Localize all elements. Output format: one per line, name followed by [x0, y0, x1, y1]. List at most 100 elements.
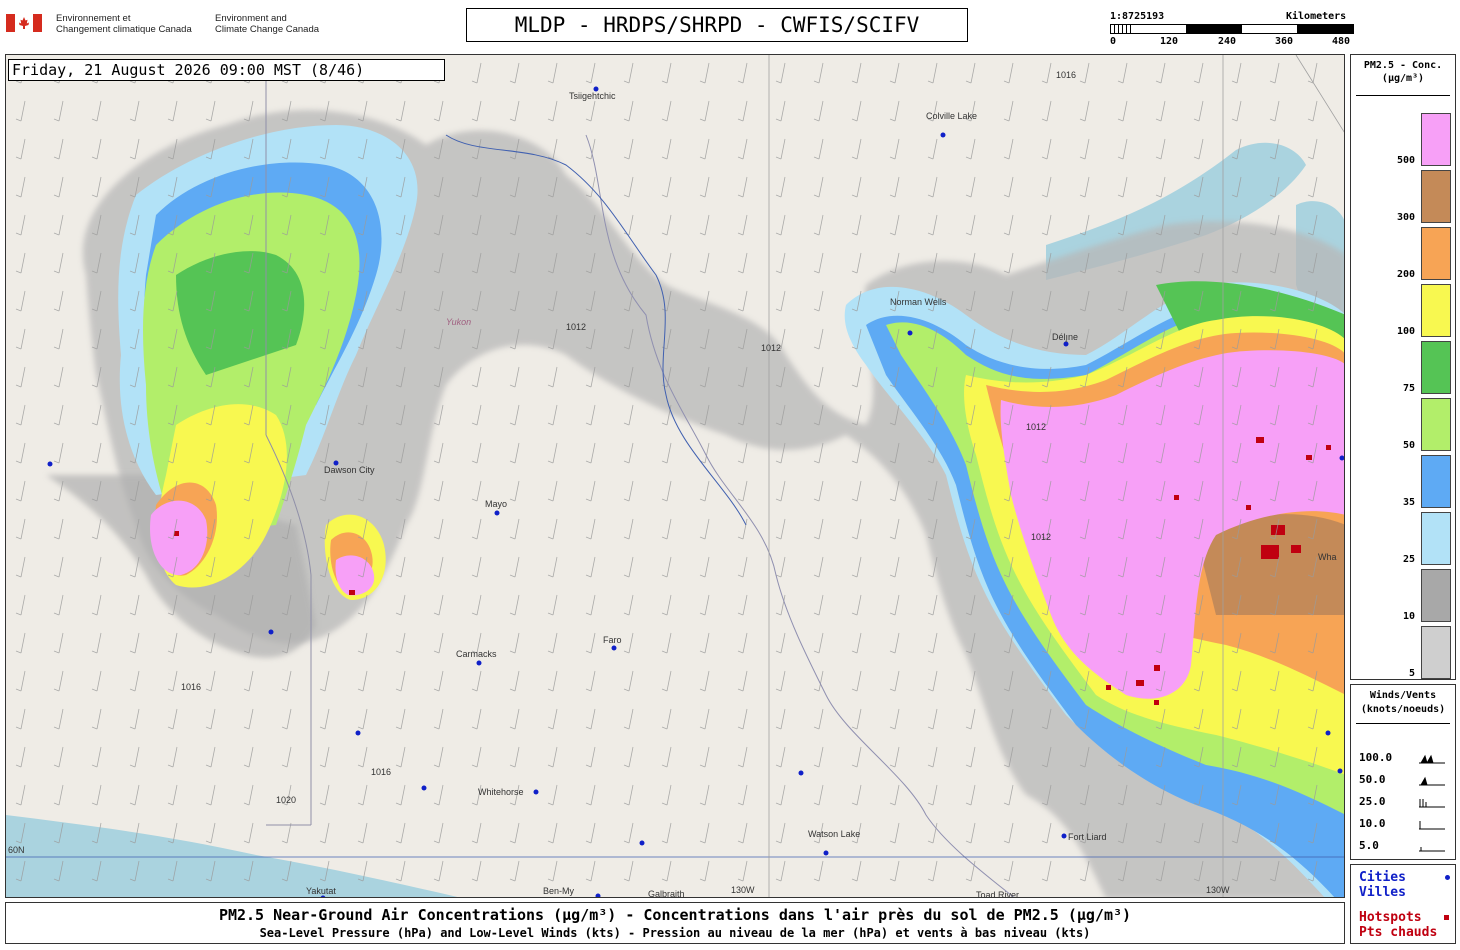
canada-flag-icon: [6, 14, 42, 32]
isobar-label: 1012: [761, 343, 781, 353]
legend-swatch: [1421, 227, 1451, 280]
map-caption: PM2.5 Near-Ground Air Concentrations (μg…: [5, 902, 1345, 944]
scale-tick: 120: [1160, 36, 1179, 47]
wind-speed-label: 5.0: [1359, 839, 1379, 852]
place-label: Whitehorse: [478, 787, 524, 797]
legend-bin-label: 5: [1408, 668, 1415, 679]
place-label: Colville Lake: [926, 111, 977, 121]
department-name-fr: Environnement et Changement climatique C…: [56, 13, 192, 35]
dept-fr-line1: Environnement et: [56, 13, 131, 24]
legend-swatch: [1421, 455, 1451, 508]
city-dot-icon: [1445, 875, 1450, 880]
scale-tick: 0: [1110, 36, 1117, 47]
hotspots-label-en: Hotspots: [1359, 910, 1422, 925]
scale-ratio: 1:8725193: [1110, 11, 1165, 22]
scale-bar: [1110, 24, 1354, 34]
legend-bin-label: 500: [1396, 155, 1415, 166]
hotspots-label-fr: Pts chauds: [1359, 925, 1438, 940]
scale-tick: 480: [1332, 36, 1351, 47]
page-title: MLDP - HRDPS/SHRPD - CWFIS/SCIFV: [466, 8, 968, 42]
dept-en-line1: Environment and: [215, 13, 287, 24]
place-label: Toad River: [976, 890, 1019, 898]
legend-title: PM2.5 - Conc. (μg/m³): [1351, 59, 1455, 85]
place-label: Wha: [1318, 552, 1337, 562]
legend-swatch: [1421, 341, 1451, 394]
isobar-label: 1012: [1031, 532, 1051, 542]
legend-swatch: [1421, 113, 1451, 166]
wind-barb-icon: [1419, 776, 1445, 786]
legend-swatch: [1421, 170, 1451, 223]
legend-swatch: [1421, 569, 1451, 622]
wind-speed-label: 10.0: [1359, 817, 1386, 830]
wind-row: 10.0: [1359, 817, 1451, 830]
isobar-label: 1016: [1056, 70, 1076, 80]
scale-ticks: 0 120 240 360 480: [1108, 36, 1368, 48]
scale-tick: 240: [1218, 36, 1237, 47]
wind-title-line2: (knots/noeuds): [1360, 704, 1446, 715]
place-label: Dawson City: [324, 465, 375, 475]
scale-unit: Kilometers: [1286, 11, 1347, 22]
legend-bin-label: 25: [1402, 554, 1415, 565]
legend-divider: [1356, 95, 1450, 96]
legend-bin-label: 35: [1402, 497, 1415, 508]
legend-bin-label: 75: [1402, 383, 1415, 394]
map-canvas: Tsiigehtchic Colville Lake Dawson City M…: [6, 55, 1344, 898]
wind-row: 5.0: [1359, 839, 1451, 852]
place-label: Norman Wells: [890, 297, 947, 307]
isobar-label: 1016: [371, 767, 391, 777]
place-label: Watson Lake: [808, 829, 860, 839]
isobar-label: 1012: [1026, 422, 1046, 432]
smoke-forecast-map[interactable]: Tsiigehtchic Colville Lake Dawson City M…: [5, 54, 1345, 898]
legend-title-line1: PM2.5 - Conc.: [1363, 60, 1443, 71]
dept-fr-line2: Changement climatique Canada: [56, 24, 192, 35]
caption-line1: PM2.5 Near-Ground Air Concentrations (μg…: [218, 906, 1132, 924]
wind-barb-icon: [1419, 847, 1445, 852]
cities-label-fr: Villes: [1359, 885, 1406, 900]
place-label: Galbraith: [648, 889, 685, 898]
wind-title-line1: Winds/Vents: [1369, 690, 1437, 701]
wind-speed-label: 25.0: [1359, 795, 1386, 808]
legend-swatch: [1421, 398, 1451, 451]
cities-label: Cities Villes: [1359, 870, 1406, 900]
place-label: Tsiigehtchic: [569, 91, 616, 101]
legend-bin-label: 300: [1396, 212, 1415, 223]
place-label: Mayo: [485, 499, 507, 509]
legend-swatch: [1421, 512, 1451, 565]
cities-label-en: Cities: [1359, 870, 1406, 885]
department-name-en: Environment and Climate Change Canada: [215, 13, 319, 35]
wind-legend-title: Winds/Vents (knots/noeuds): [1351, 689, 1455, 717]
wind-row: 25.0: [1359, 795, 1451, 808]
place-label: Ben-My: [543, 886, 575, 896]
region-label: Yukon: [446, 317, 471, 327]
caption-line2: Sea-Level Pressure (hPa) and Low-Level W…: [259, 926, 1091, 940]
dept-en-line2: Climate Change Canada: [215, 24, 320, 35]
legend-bin-label: 100: [1396, 326, 1415, 337]
legend-bin-label: 10: [1402, 611, 1415, 622]
wind-speed-label: 100.0: [1359, 751, 1393, 764]
wind-barb-icon: [1419, 821, 1445, 830]
legend-bin-label: 200: [1396, 269, 1415, 280]
legend-swatch: [1421, 626, 1451, 679]
legend-bin-label: 50: [1402, 440, 1415, 451]
scale-tick: 360: [1275, 36, 1294, 47]
grid-label: 60N: [8, 845, 25, 855]
place-label: Fort Liard: [1068, 832, 1107, 842]
place-label: Carmacks: [456, 649, 497, 659]
hotspot-square-icon: [1444, 915, 1449, 920]
wind-barb-icon: [1419, 754, 1445, 764]
legend-title-line2: (μg/m³): [1381, 73, 1425, 84]
legend-swatch: [1421, 284, 1451, 337]
grid-label: 130W: [731, 885, 755, 895]
isobar-label: 1012: [566, 322, 586, 332]
grid-label: 130W: [1206, 885, 1230, 895]
pm25-legend: PM2.5 - Conc. (μg/m³) 500 300 200 100 75 50 35…: [1350, 54, 1456, 680]
city-hotspot-legend: Cities Villes Hotspots Pts chauds: [1350, 864, 1456, 944]
wind-barb-icon: [1419, 799, 1445, 808]
wind-divider: [1356, 723, 1450, 724]
wind-row: 100.0: [1359, 751, 1451, 764]
wind-barbs: [6, 55, 1344, 897]
hotspots-label: Hotspots Pts chauds: [1359, 910, 1437, 940]
forecast-timestamp: Friday, 21 August 2026 09:00 MST (8/46): [8, 59, 445, 81]
isobar-label: 1020: [276, 795, 296, 805]
wind-legend: Winds/Vents (knots/noeuds) 100.0 50.0 25…: [1350, 684, 1456, 860]
